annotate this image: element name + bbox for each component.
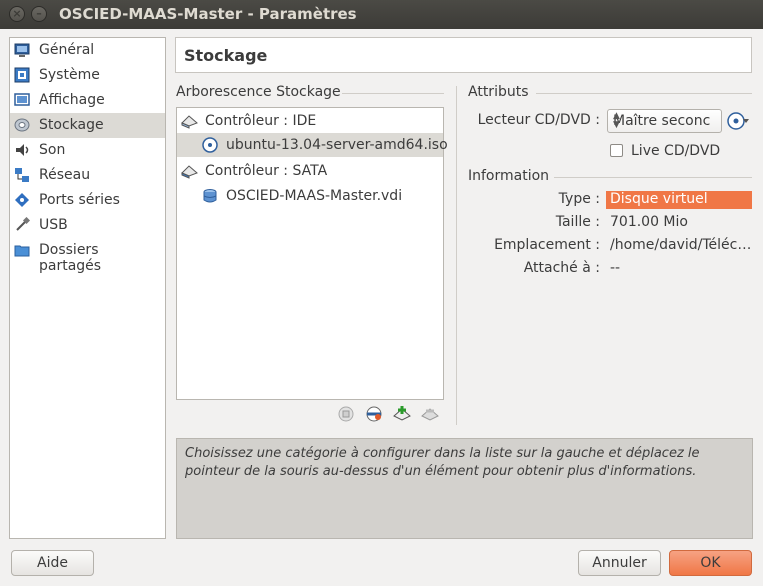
help-button[interactable]: Aide bbox=[11, 550, 94, 576]
panel-separator bbox=[456, 86, 457, 425]
usb-icon bbox=[16, 217, 30, 231]
sidebar-item-system[interactable]: Système bbox=[10, 63, 165, 88]
attributes-heading: Attributs bbox=[468, 84, 529, 100]
optical-disc-icon bbox=[202, 137, 218, 153]
display-icon bbox=[14, 93, 30, 106]
sidebar-item-shared-folders[interactable]: Dossiers partagés bbox=[10, 238, 165, 274]
sata-controller-icon bbox=[181, 165, 198, 179]
sidebar-item-storage[interactable]: Stockage bbox=[10, 113, 165, 138]
settings-category-list: Général Système Affichage Stockage Son R… bbox=[9, 37, 166, 539]
heading-divider bbox=[536, 93, 752, 94]
storage-tree-heading: Arborescence Stockage bbox=[176, 84, 341, 100]
sidebar-item-label: Dossiers partagés bbox=[39, 242, 102, 274]
location-label: Emplacement : bbox=[494, 237, 600, 253]
cd-dvd-drive-label: Lecteur CD/DVD : bbox=[477, 112, 600, 128]
sidebar-item-label: USB bbox=[39, 217, 68, 233]
ok-button[interactable]: OK bbox=[669, 550, 752, 576]
heading-divider bbox=[554, 177, 752, 178]
tree-item-label: Contrôleur : SATA bbox=[205, 163, 328, 179]
size-label: Taille : bbox=[555, 214, 600, 230]
shared-folder-icon bbox=[14, 245, 30, 257]
add-attachment-icon[interactable] bbox=[365, 405, 383, 423]
close-window-button[interactable]: × bbox=[9, 6, 25, 22]
type-label: Type : bbox=[558, 191, 600, 207]
cancel-button-label: Annuler bbox=[592, 555, 647, 571]
choose-disc-icon[interactable] bbox=[726, 110, 750, 132]
tree-item-vdi[interactable]: OSCIED-MAAS-Master.vdi bbox=[177, 184, 443, 208]
tree-item-label: ubuntu-13.04-server-amd64.iso bbox=[226, 137, 448, 153]
window-title: OSCIED-MAAS-Master - Paramètres bbox=[59, 5, 357, 23]
network-icon bbox=[15, 168, 29, 182]
ide-controller-icon bbox=[181, 115, 198, 129]
attached-to-label: Attaché à : bbox=[523, 260, 600, 276]
sidebar-item-display[interactable]: Affichage bbox=[10, 88, 165, 113]
description-text: Choisissez une catégorie à configurer da… bbox=[185, 446, 700, 479]
attached-to-value: -- bbox=[610, 260, 621, 276]
add-disk-icon[interactable] bbox=[393, 405, 411, 423]
audio-icon bbox=[16, 144, 29, 156]
live-cd-checkbox[interactable] bbox=[610, 144, 623, 157]
hard-disk-icon bbox=[203, 189, 217, 203]
type-value: Disque virtuel bbox=[606, 191, 752, 209]
sidebar-item-label: Stockage bbox=[39, 117, 104, 133]
page-header: Stockage bbox=[175, 37, 752, 73]
sidebar-item-label: Ports séries bbox=[39, 192, 120, 208]
tree-item-sata-controller[interactable]: Contrôleur : SATA bbox=[177, 159, 443, 183]
location-value: /home/david/Téléc… bbox=[610, 237, 752, 253]
storage-tree[interactable]: Contrôleur : IDE ubuntu-13.04-server-amd… bbox=[176, 107, 448, 400]
minimize-window-button[interactable]: – bbox=[31, 6, 47, 22]
general-icon bbox=[14, 43, 30, 57]
description-box: Choisissez une catégorie à configurer da… bbox=[176, 438, 753, 539]
sidebar-item-audio[interactable]: Son bbox=[10, 138, 165, 163]
sidebar-item-network[interactable]: Réseau bbox=[10, 163, 165, 188]
cancel-button[interactable]: Annuler bbox=[578, 550, 661, 576]
close-icon: × bbox=[12, 7, 22, 20]
remove-attachment-icon[interactable] bbox=[421, 405, 439, 423]
minimize-icon: – bbox=[36, 7, 42, 20]
page-title: Stockage bbox=[184, 46, 268, 65]
spinner-arrows-icon: ▲ ▼ bbox=[613, 111, 620, 130]
serial-ports-icon bbox=[15, 193, 29, 207]
cd-dvd-drive-select[interactable]: Maître seconc ▲ ▼ bbox=[607, 109, 722, 133]
add-controller-icon[interactable] bbox=[337, 405, 355, 423]
sidebar-item-usb[interactable]: USB bbox=[10, 213, 165, 238]
heading-divider bbox=[342, 93, 444, 94]
title-bar: × – OSCIED-MAAS-Master - Paramètres bbox=[0, 0, 763, 29]
sidebar-item-label: Réseau bbox=[39, 167, 91, 183]
help-button-label: Aide bbox=[37, 555, 68, 571]
type-value-text: Disque virtuel bbox=[610, 191, 708, 207]
information-heading: Information bbox=[468, 168, 550, 184]
size-value: 701.00 Mio bbox=[610, 214, 688, 230]
tree-item-iso[interactable]: ubuntu-13.04-server-amd64.iso bbox=[177, 133, 448, 157]
ok-button-label: OK bbox=[700, 555, 721, 571]
live-cd-label[interactable]: Live CD/DVD bbox=[631, 143, 720, 159]
storage-icon bbox=[14, 118, 30, 132]
sidebar-item-label: Affichage bbox=[39, 92, 105, 108]
sidebar-item-serial-ports[interactable]: Ports séries bbox=[10, 188, 165, 213]
system-icon bbox=[14, 67, 30, 83]
tree-item-ide-controller[interactable]: Contrôleur : IDE bbox=[177, 109, 443, 133]
sidebar-item-label: Système bbox=[39, 67, 100, 83]
sidebar-item-label: Général bbox=[39, 42, 95, 58]
sidebar-item-general[interactable]: Général bbox=[10, 38, 165, 63]
tree-item-label: OSCIED-MAAS-Master.vdi bbox=[226, 188, 403, 204]
sidebar-item-label: Son bbox=[39, 142, 66, 158]
tree-item-label: Contrôleur : IDE bbox=[205, 113, 317, 129]
